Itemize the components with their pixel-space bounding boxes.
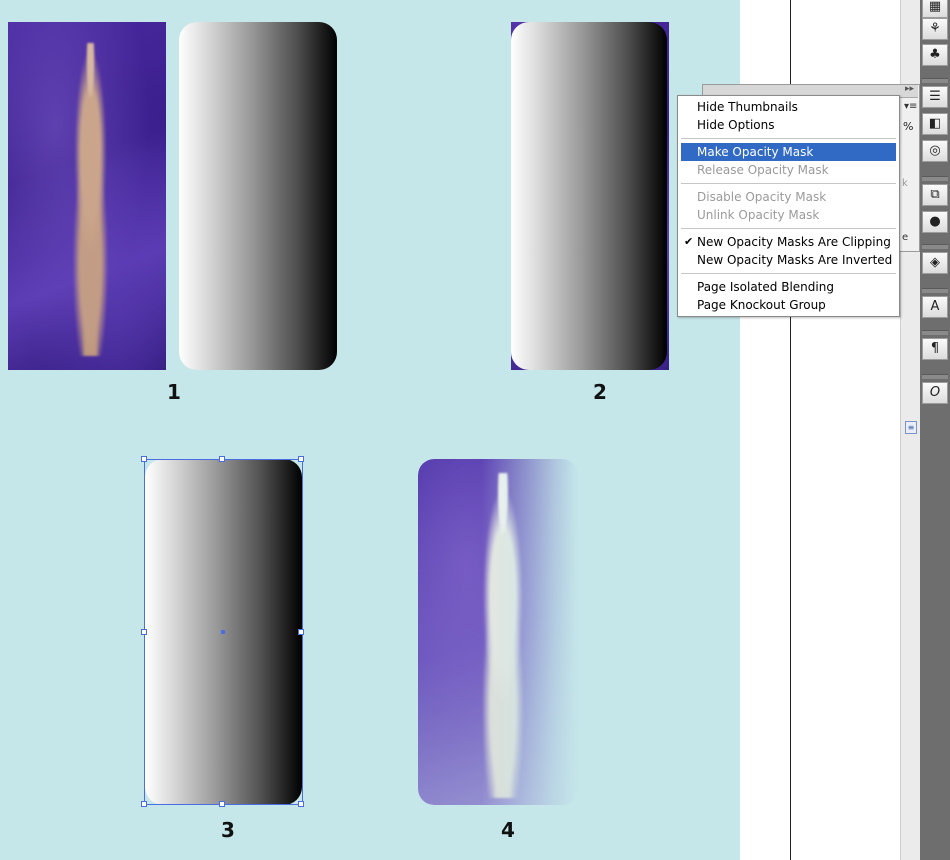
step-label-1: 1 [167, 380, 181, 404]
menu-item-hide-thumbnails[interactable]: Hide Thumbnails [681, 98, 896, 116]
dock-grip[interactable] [922, 330, 948, 335]
appearance-icon[interactable]: ● [922, 211, 948, 233]
transparency-flyout-menu: Hide Thumbnails Hide Options Make Opacit… [677, 95, 900, 317]
menu-item-page-knockout-group[interactable]: Page Knockout Group [681, 296, 896, 314]
menu-separator [681, 183, 896, 184]
menu-item-disable-opacity-mask: Disable Opacity Mask [697, 190, 827, 204]
menu-separator [681, 228, 896, 229]
menu-item-unlink-opacity-mask: Unlink Opacity Mask [697, 208, 820, 222]
club-symbol-icon[interactable]: ♣ [922, 44, 948, 66]
selection-center-point [221, 630, 225, 634]
grid-icon[interactable]: ▦ [922, 0, 948, 18]
menu-item-new-masks-clipping[interactable]: ✔ New Opacity Masks Are Clipping [681, 233, 896, 251]
selection-handle[interactable] [298, 456, 304, 462]
paragraph-icon[interactable]: ¶ [922, 338, 948, 360]
masked-statue-result[interactable] [418, 459, 578, 805]
panel-menu-icon[interactable]: ▾≡ [904, 101, 917, 112]
gradient-rectangle-2[interactable] [511, 22, 667, 370]
menu-item-page-isolated-blending[interactable]: Page Isolated Blending [681, 278, 896, 296]
step-label-4: 4 [501, 818, 515, 842]
statue-photo-1[interactable] [8, 22, 166, 370]
layers-icon[interactable]: ◈ [922, 252, 948, 274]
selection-handle[interactable] [298, 801, 304, 807]
dock-grip[interactable] [922, 288, 948, 293]
gradient-rectangle-1[interactable] [179, 22, 337, 370]
transform-icon[interactable]: ⧉ [922, 184, 948, 206]
step-label-3: 3 [221, 818, 235, 842]
menu-separator [681, 138, 896, 139]
statue-figure-faded [466, 472, 540, 799]
opentype-icon[interactable]: O [922, 382, 948, 404]
selection-handle[interactable] [298, 629, 304, 635]
opacity-percent: % [903, 120, 914, 133]
gradient-icon[interactable]: ◧ [922, 113, 948, 135]
transparency-icon[interactable]: ◎ [922, 140, 948, 162]
menu-item-make-opacity-mask[interactable]: Make Opacity Mask [681, 143, 896, 161]
character-icon[interactable]: A [922, 296, 948, 318]
menu-item-new-masks-inverted[interactable]: New Opacity Masks Are Inverted [681, 251, 896, 269]
symbol-sprayer-icon[interactable]: ⚘ [922, 18, 948, 40]
menu-separator [681, 273, 896, 274]
dock-grip[interactable] [922, 176, 948, 181]
selection-handle[interactable] [219, 801, 225, 807]
document-icon[interactable]: ≡ [905, 421, 917, 434]
selection-handle[interactable] [141, 456, 147, 462]
selection-handle[interactable] [141, 629, 147, 635]
menu-item-release-opacity-mask: Release Opacity Mask [697, 163, 829, 177]
panel-partial-text: k [902, 178, 908, 189]
step-label-2: 2 [593, 380, 607, 404]
selection-handle[interactable] [219, 456, 225, 462]
statue-figure [58, 42, 122, 357]
checkmark-icon: ✔ [684, 235, 694, 248]
menu-item-hide-options[interactable]: Hide Options [681, 116, 896, 134]
panel-collapse-icon[interactable]: ▸▸ [905, 84, 914, 94]
dock-grip[interactable] [922, 244, 948, 249]
dock-grip[interactable] [922, 374, 948, 379]
panel-partial-text: e [902, 232, 909, 243]
selection-handle[interactable] [141, 801, 147, 807]
dock-grip[interactable] [922, 78, 948, 83]
stroke-icon[interactable]: ☰ [922, 86, 948, 108]
